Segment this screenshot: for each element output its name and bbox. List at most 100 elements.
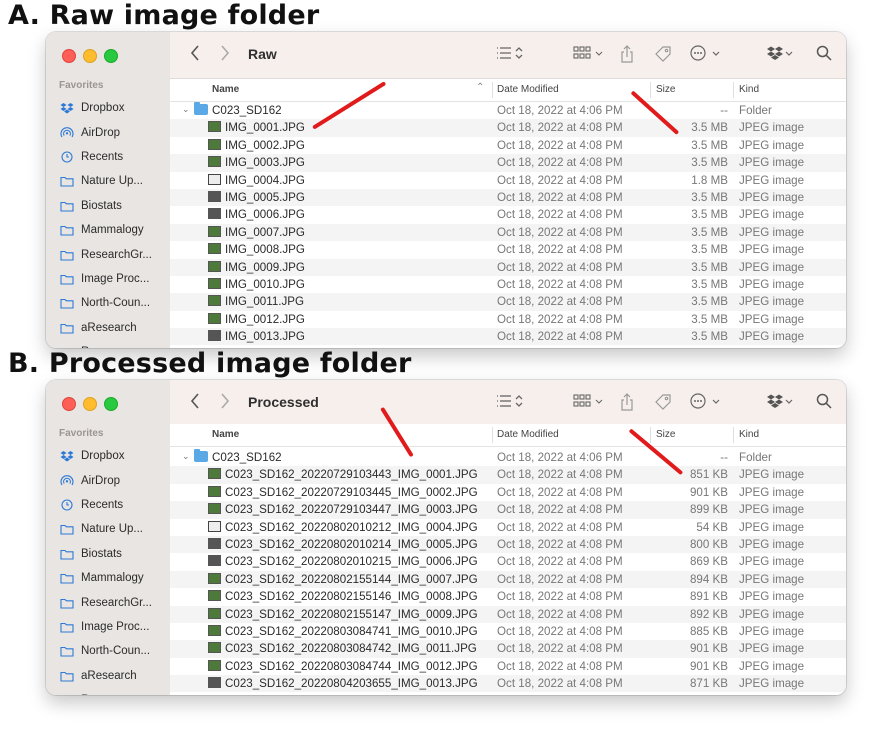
file-row[interactable]: IMG_0008.JPG Oct 18, 2022 at 4:08 PM 3.5 M…	[170, 241, 846, 258]
file-row[interactable]: C023_SD162_20220802010215_IMG_0006.JPG Oc…	[170, 553, 846, 570]
file-row[interactable]: IMG_0002.JPG Oct 18, 2022 at 4:08 PM 3.5 M…	[170, 137, 846, 154]
sidebar-item[interactable]: R...	[46, 688, 170, 695]
sidebar-item[interactable]: Image Proc...	[46, 267, 170, 291]
sidebar-item[interactable]: Biostats	[46, 194, 170, 218]
sidebar-item[interactable]: Dropbox	[46, 444, 170, 468]
file-row[interactable]: C023_SD162_20220802155146_IMG_0008.JPG Oc…	[170, 588, 846, 605]
sidebar-item[interactable]: Biostats	[46, 542, 170, 566]
dropbox-menu-button[interactable]	[766, 45, 794, 61]
share-button[interactable]	[620, 393, 634, 411]
jpeg-thumbnail-icon	[208, 330, 221, 342]
sidebar-item[interactable]: Mammalogy	[46, 566, 170, 590]
disclosure-triangle-icon[interactable]: ⌄	[182, 104, 190, 115]
group-button[interactable]	[573, 393, 605, 409]
forward-button[interactable]	[220, 393, 230, 409]
sidebar-item[interactable]: Nature Up...	[46, 517, 170, 541]
sidebar-item[interactable]: Recents	[46, 493, 170, 517]
share-button[interactable]	[620, 45, 634, 63]
sidebar-item[interactable]: ResearchGr...	[46, 590, 170, 614]
file-row[interactable]: C023_SD162_20220804203655_IMG_0013.JPG Oc…	[170, 675, 846, 693]
column-size[interactable]: Size	[656, 429, 675, 440]
file-row[interactable]: IMG_0012.JPG Oct 18, 2022 at 4:08 PM 3.5 M…	[170, 311, 846, 328]
sidebar-item[interactable]: R...	[46, 340, 170, 348]
file-row[interactable]: C023_SD162_20220729103445_IMG_0002.JPG Oc…	[170, 484, 846, 501]
file-row[interactable]: IMG_0006.JPG Oct 18, 2022 at 4:08 PM 3.5 M…	[170, 206, 846, 223]
sidebar-item[interactable]: Dropbox	[46, 96, 170, 120]
search-button[interactable]	[816, 45, 832, 61]
file-row[interactable]: C023_SD162_20220803084742_IMG_0011.JPG Oc…	[170, 640, 846, 658]
minimize-button[interactable]	[83, 49, 97, 63]
file-name: C023_SD162_20220729103447_IMG_0003.JPG	[225, 503, 478, 517]
file-row[interactable]: C023_SD162_20220802010212_IMG_0004.JPG Oc…	[170, 519, 846, 536]
file-row[interactable]: C023_SD162_20220803084744_IMG_0012.JPG Oc…	[170, 658, 846, 675]
list-view-button[interactable]	[496, 393, 524, 409]
file-size: 3.5 MB	[691, 190, 728, 204]
file-row[interactable]: C023_SD162_20220729103447_IMG_0003.JPG Oc…	[170, 501, 846, 519]
file-row[interactable]: IMG_0007.JPG Oct 18, 2022 at 4:08 PM 3.5 M…	[170, 223, 846, 242]
sidebar: Favorites Dropbox AirDrop Recents Nature Up…	[46, 380, 171, 695]
file-row[interactable]: IMG_0013.JPG Oct 18, 2022 at 4:08 PM 3.5 M…	[170, 328, 846, 346]
file-date: Oct 18, 2022 at 4:08 PM	[497, 555, 623, 569]
close-button[interactable]	[62, 49, 76, 63]
sidebar-item[interactable]: North-Coun...	[46, 639, 170, 663]
tag-button[interactable]	[654, 393, 672, 411]
column-kind[interactable]: Kind	[739, 84, 759, 95]
minimize-button[interactable]	[83, 397, 97, 411]
file-row[interactable]: IMG_0004.JPG Oct 18, 2022 at 4:08 PM 1.8 M…	[170, 172, 846, 189]
group-button[interactable]	[573, 45, 605, 61]
file-row[interactable]: IMG_0003.JPG Oct 18, 2022 at 4:08 PM 3.5 M…	[170, 154, 846, 172]
zoom-button[interactable]	[104, 49, 118, 63]
folder-row[interactable]: ⌄ C023_SD162 Oct 18, 2022 at 4:06 PM -- Fold…	[170, 449, 846, 466]
jpeg-thumbnail-icon	[208, 572, 221, 584]
search-button[interactable]	[816, 393, 832, 409]
file-row[interactable]: IMG_0009.JPG Oct 18, 2022 at 4:08 PM 3.5 M…	[170, 258, 846, 276]
action-menu-button[interactable]	[690, 393, 722, 409]
sidebar-item[interactable]: Mammalogy	[46, 218, 170, 242]
file-row[interactable]: C023_SD162_20220802155147_IMG_0009.JPG Oc…	[170, 605, 846, 623]
sidebar-item[interactable]: ResearchGr...	[46, 242, 170, 266]
file-row[interactable]: IMG_0005.JPG Oct 18, 2022 at 4:08 PM 3.5 M…	[170, 188, 846, 207]
sidebar-item[interactable]: Recents	[46, 145, 170, 169]
sidebar-list: Dropbox AirDrop Recents Nature Up... Biostat…	[46, 444, 170, 695]
file-row[interactable]: IMG_0010.JPG Oct 18, 2022 at 4:08 PM 3.5 M…	[170, 276, 846, 293]
forward-button[interactable]	[220, 45, 230, 61]
file-row[interactable]: IMG_0011.JPG Oct 18, 2022 at 4:08 PM 3.5 M…	[170, 293, 846, 311]
back-button[interactable]	[190, 393, 200, 409]
sidebar-item[interactable]: AirDrop	[46, 468, 170, 492]
file-row[interactable]: C023_SD162_20220729103443_IMG_0001.JPG Oc…	[170, 466, 846, 484]
sidebar-item[interactable]: Image Proc...	[46, 615, 170, 639]
airdrop-icon	[60, 474, 74, 487]
search-icon	[816, 45, 832, 61]
column-kind[interactable]: Kind	[739, 429, 759, 440]
sidebar-item-label: ResearchGr...	[81, 248, 152, 261]
file-row[interactable]: IMG_0001.JPG Oct 18, 2022 at 4:08 PM 3.5 M…	[170, 119, 846, 137]
tag-button[interactable]	[654, 45, 672, 63]
close-button[interactable]	[62, 397, 76, 411]
file-row[interactable]: C023_SD162_20220803084741_IMG_0010.JPG Oc…	[170, 623, 846, 640]
zoom-button[interactable]	[104, 397, 118, 411]
sidebar-item[interactable]: AirDrop	[46, 120, 170, 144]
tag-icon	[655, 394, 671, 410]
file-kind: JPEG image	[739, 243, 805, 257]
list-view-button[interactable]	[496, 45, 524, 61]
column-size[interactable]: Size	[656, 84, 675, 95]
sidebar-item-label: aResearch	[81, 669, 137, 682]
column-name[interactable]: Name	[212, 84, 239, 95]
column-divider	[650, 82, 651, 98]
folder-row[interactable]: ⌄ C023_SD162 Oct 18, 2022 at 4:06 PM -- Fold…	[170, 102, 846, 119]
action-menu-button[interactable]	[690, 45, 722, 61]
folder-icon	[60, 322, 74, 334]
sidebar-item[interactable]: aResearch	[46, 316, 170, 340]
sidebar-item[interactable]: aResearch	[46, 664, 170, 688]
column-date[interactable]: Date Modified	[497, 84, 559, 95]
sidebar-item[interactable]: Nature Up...	[46, 169, 170, 193]
back-button[interactable]	[190, 45, 200, 61]
dropbox-menu-button[interactable]	[766, 393, 794, 409]
file-row[interactable]: C023_SD162_20220802010214_IMG_0005.JPG Oc…	[170, 535, 846, 554]
file-kind: JPEG image	[739, 503, 805, 517]
column-date[interactable]: Date Modified	[497, 429, 559, 440]
sidebar-item[interactable]: North-Coun...	[46, 291, 170, 315]
column-name[interactable]: Name	[212, 429, 239, 440]
file-row[interactable]: C023_SD162_20220802155144_IMG_0007.JPG Oc…	[170, 570, 846, 589]
disclosure-triangle-icon[interactable]: ⌄	[182, 451, 190, 462]
